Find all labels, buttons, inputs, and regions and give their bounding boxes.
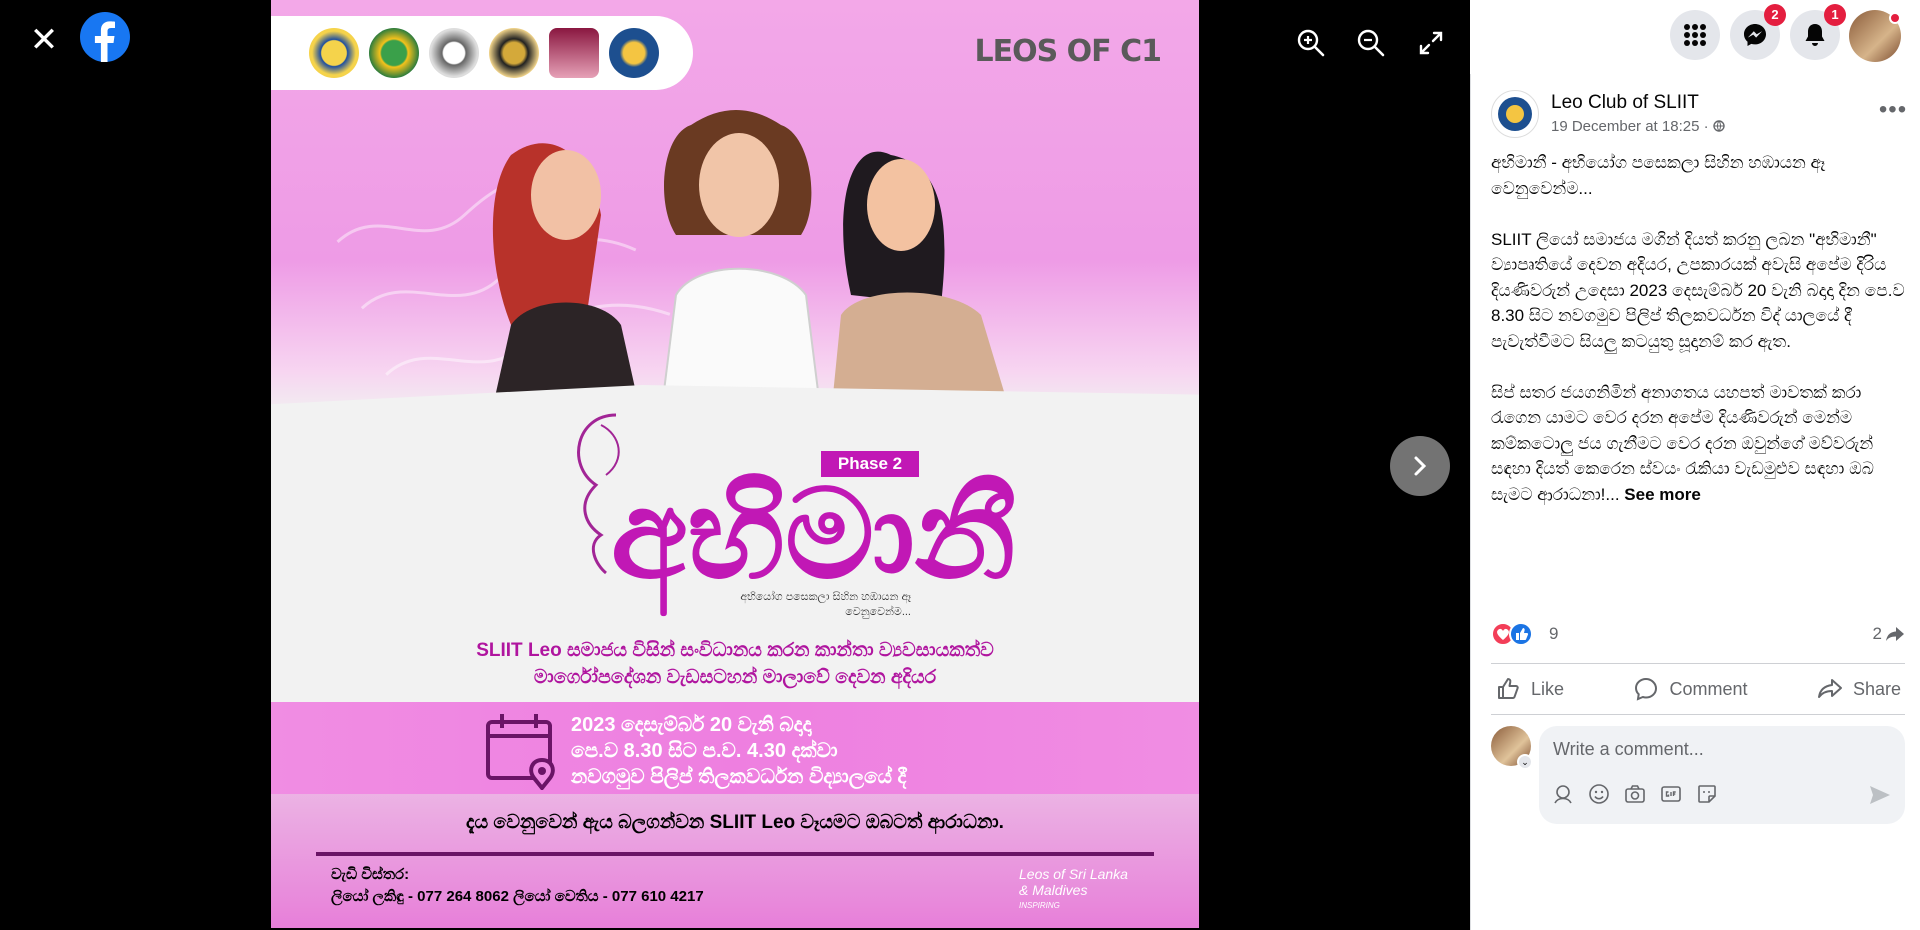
post-panel: Leo Club of SLIIT 19 December at 18:25 ·… [1470,74,1920,930]
event-details: 2023 දෙසැම්බර් 20 වැනි බදාදා පෙ.ව 8.30 ස… [571,712,906,790]
leos-of-sri-lanka-logo: Leos of Sri Lanka & Maldives INSPIRING [1019,866,1159,910]
subtitle-line-2: මාර්ගෝපදේශන වැඩසටහන් මාලාවේ දෙවන අදියර [533,667,937,688]
messenger-icon [1744,24,1766,46]
photo-viewer: ✕ LEOS OF C1 Phase 2 අභිමානී අභියෝග පසෙක… [0,0,1470,930]
page-avatar[interactable] [1491,90,1539,138]
next-photo-button[interactable] [1390,436,1450,496]
close-icon[interactable]: ✕ [24,20,64,60]
poster-invitation: දැය වෙනුවෙන් ඇය බලගන්වන SLIIT Leo වෑයමට … [466,812,1004,833]
chevron-right-icon [1414,456,1427,476]
subtitle-line-1: SLIIT Leo සමාජය විසින් සංවිධානය කරන කාන්… [476,640,994,661]
district-logo-line-1: Leos of Sri Lanka [1019,866,1128,882]
district-logo-line-2: & Maldives [1019,882,1088,898]
post-header: Leo Club of SLIIT 19 December at 18:25 ·… [1491,90,1911,140]
lions-logo [309,28,359,78]
share-button[interactable]: Share [1813,676,1905,702]
share-count-value: 2 [1872,624,1882,643]
reaction-count[interactable]: 9 [1549,624,1558,644]
account-avatar[interactable] [1849,10,1901,62]
lions-district-logo [369,28,419,78]
contact-numbers: ලියෝ ලකිඳු - 077 264 8062 ලියෝ වෙතිය - 0… [331,888,704,905]
avatar-sticker-icon[interactable] [1551,782,1575,806]
comment-composer: ⌄ [1491,726,1905,826]
event-venue: නවගමුව පිලිප් තිලකවර්ධන විද්‍යාලයේ දී [571,766,907,788]
grid-menu-icon [1684,24,1706,46]
like-reaction-icon[interactable] [1509,622,1533,646]
zoom-in-icon[interactable] [1292,24,1330,62]
globe-icon [1713,120,1725,132]
reactions-bar: 9 2 [1491,620,1905,648]
leo-logo [429,28,479,78]
send-icon[interactable] [1867,782,1893,808]
zoom-out-icon[interactable] [1352,24,1390,62]
post-meta: 19 December at 18:25 · [1551,118,1725,135]
tagline-line-2: වෙනුවෙන්ම... [845,606,911,618]
post-date[interactable]: 19 December at 18:25 [1551,118,1699,135]
contact-heading: වැඩි විස්තර: [331,866,410,883]
gif-icon[interactable] [1659,782,1683,806]
poster-divider [316,852,1154,856]
sticker-icon[interactable] [1695,782,1719,806]
like-label: Like [1531,678,1565,699]
district-logo-line-3: INSPIRING [1019,901,1060,910]
post-image[interactable]: LEOS OF C1 Phase 2 අභිමානී අභියෝග පසෙකලා… [271,0,1199,928]
notifications-button[interactable]: 1 [1790,4,1846,60]
share-arrow-icon [1886,627,1904,641]
fullscreen-icon[interactable] [1412,24,1450,62]
emoji-icon[interactable] [1587,782,1611,806]
sliit-leo-logo [609,28,659,78]
account-status-dot [1889,12,1901,24]
partner-logos-strip [271,16,693,90]
comment-tools [1551,782,1719,806]
chevron-down-icon[interactable]: ⌄ [1517,754,1533,770]
notifications-badge: 1 [1824,4,1846,26]
facebook-logo[interactable] [80,12,130,62]
comment-bubble-icon [1635,677,1658,701]
comment-box [1539,726,1905,824]
post-body: අභිමානී - අභියෝග පසෙකලා සිහින හඹායන ඈ වෙ… [1491,153,1905,504]
leos-of-c1-logo: LEOS OF C1 [974,34,1162,69]
event-date: 2023 දෙසැම්බර් 20 වැනි බදාදා [571,714,812,736]
sliit-leo-logo [1498,97,1532,131]
calendar-location-icon [486,714,555,790]
club-shield-logo [549,28,599,78]
messenger-badge: 2 [1764,4,1786,26]
camera-icon[interactable] [1623,782,1647,806]
bell-icon [1805,24,1825,46]
see-more-link[interactable]: See more [1624,485,1701,504]
like-button[interactable]: Like [1491,676,1568,702]
event-time: පෙ.ව 8.30 සිට ප.ව. 4.30 දක්වා [571,740,838,762]
comment-button[interactable]: Comment [1629,676,1751,702]
share-count[interactable]: 2 [1873,624,1905,644]
messenger-button[interactable]: 2 [1730,4,1786,60]
lion-crest-logo [489,28,539,78]
page-name-link[interactable]: Leo Club of SLIIT [1551,92,1699,114]
poster-contact: වැඩි විස්තර: ලියෝ ලකිඳු - 077 264 8062 ල… [331,864,704,908]
more-options-icon[interactable]: ••• [1875,96,1911,132]
poster-title: අභිමානී [611,463,1016,607]
comment-label: Comment [1669,678,1748,699]
women-illustration [491,110,1011,415]
thumbs-up-icon [1498,678,1519,699]
menu-button[interactable] [1670,10,1720,60]
share-label: Share [1852,678,1901,699]
poster-subtitle: SLIIT Leo සමාජය විසින් සංවිධානය කරන කාන්… [331,637,1139,691]
comment-input[interactable] [1553,736,1883,762]
share-icon [1817,679,1842,698]
post-actions: Like Comment Share [1491,663,1905,715]
poster-tagline: අභියෝග පසෙකලා සිහින හඹායන ඈ වෙනුවෙන්ම... [631,590,911,620]
tagline-line-1: අභියෝග පසෙකලා සිහින හඹායන ඈ [740,591,911,603]
meta-separator: · [1703,118,1709,135]
post-text: අභිමානී - අභියෝග පසෙකලා සිහින හඹායන ඈ වෙ… [1491,150,1905,507]
